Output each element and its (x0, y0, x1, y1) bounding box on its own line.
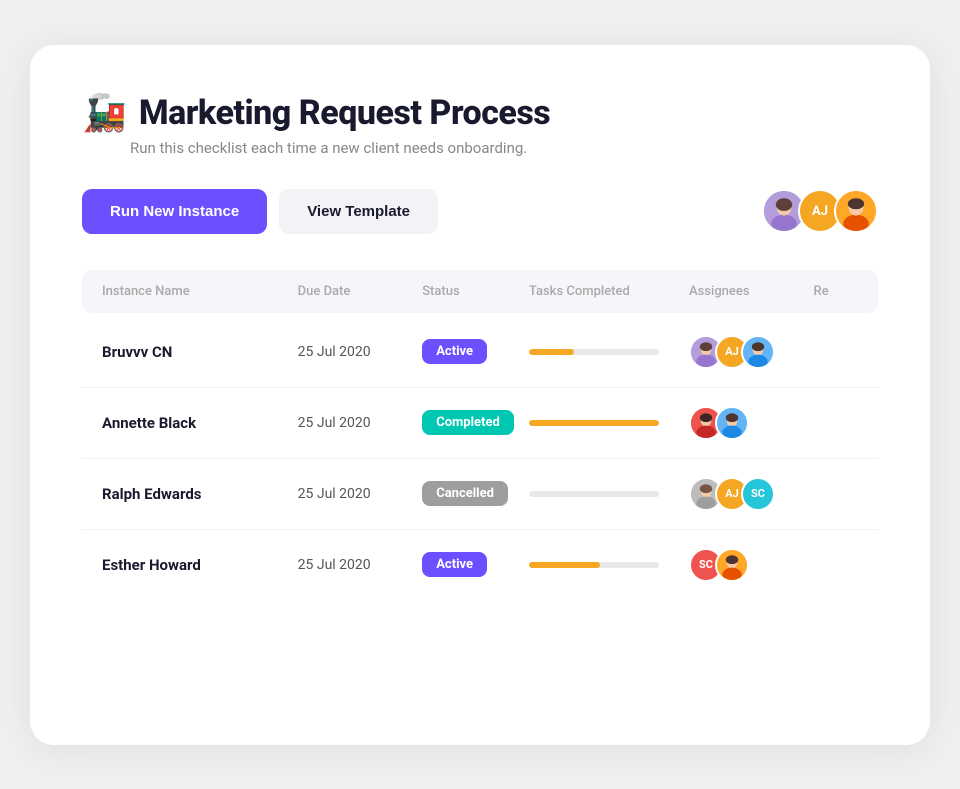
avatar-initials: AJ (812, 204, 828, 219)
toolbar-avatar-3 (834, 189, 878, 233)
row-assignees: SC (689, 548, 814, 582)
row-avatar-blue2 (715, 406, 749, 440)
instance-name: Bruvvv CN (102, 343, 298, 361)
row-avatar-sc: SC (741, 477, 775, 511)
col-tasks-completed: Tasks Completed (529, 284, 689, 299)
row-assignees (689, 406, 814, 440)
avatar-face-icon-3 (836, 189, 876, 233)
col-status: Status (422, 284, 529, 299)
progress-bar-wrap (529, 562, 689, 568)
page-header: 🚂 Marketing Request Process Run this che… (82, 93, 878, 157)
row-assignees: AJ SC (689, 477, 814, 511)
row-avatar-blue (741, 335, 775, 369)
due-date: 25 Jul 2020 (298, 557, 423, 573)
status-badge: Completed (422, 410, 514, 435)
instance-name: Ralph Edwards (102, 485, 298, 503)
instance-name: Esther Howard (102, 556, 298, 574)
toolbar-avatars: AJ (762, 189, 878, 233)
status-badge: Active (422, 552, 487, 577)
progress-bar-fill (529, 562, 601, 568)
progress-bar-fill (529, 420, 659, 426)
row-avatar-orange (715, 548, 749, 582)
due-date: 25 Jul 2020 (298, 486, 423, 502)
col-instance-name: Instance Name (102, 284, 298, 299)
main-card: 🚂 Marketing Request Process Run this che… (30, 45, 930, 745)
row-assignees: AJ (689, 335, 814, 369)
table-row[interactable]: Bruvvv CN 25 Jul 2020 Active AJ (82, 317, 878, 388)
run-new-instance-button[interactable]: Run New Instance (82, 189, 267, 234)
due-date: 25 Jul 2020 (298, 344, 423, 360)
title-row: 🚂 Marketing Request Process (82, 93, 878, 133)
table-row[interactable]: Esther Howard 25 Jul 2020 Active SC (82, 530, 878, 600)
instance-name: Annette Black (102, 414, 298, 432)
instances-table: Instance Name Due Date Status Tasks Comp… (82, 270, 878, 600)
progress-bar-wrap (529, 491, 689, 497)
col-assignees: Assignees (689, 284, 814, 299)
view-template-button[interactable]: View Template (279, 189, 438, 234)
toolbar-buttons: Run New Instance View Template (82, 189, 438, 234)
page-title: Marketing Request Process (139, 93, 550, 133)
table-row[interactable]: Annette Black 25 Jul 2020 Completed (82, 388, 878, 459)
table-row[interactable]: Ralph Edwards 25 Jul 2020 Cancelled AJ S… (82, 459, 878, 530)
col-re: Re (814, 284, 858, 299)
status-badge: Cancelled (422, 481, 508, 506)
progress-bar-fill (529, 349, 575, 355)
col-due-date: Due Date (298, 284, 423, 299)
toolbar: Run New Instance View Template AJ (82, 189, 878, 234)
table-header: Instance Name Due Date Status Tasks Comp… (82, 270, 878, 313)
title-emoji: 🚂 (82, 95, 127, 131)
progress-bar-wrap (529, 349, 689, 355)
due-date: 25 Jul 2020 (298, 415, 423, 431)
status-badge: Active (422, 339, 487, 364)
progress-bar-wrap (529, 420, 689, 426)
page-subtitle: Run this checklist each time a new clien… (130, 139, 878, 157)
